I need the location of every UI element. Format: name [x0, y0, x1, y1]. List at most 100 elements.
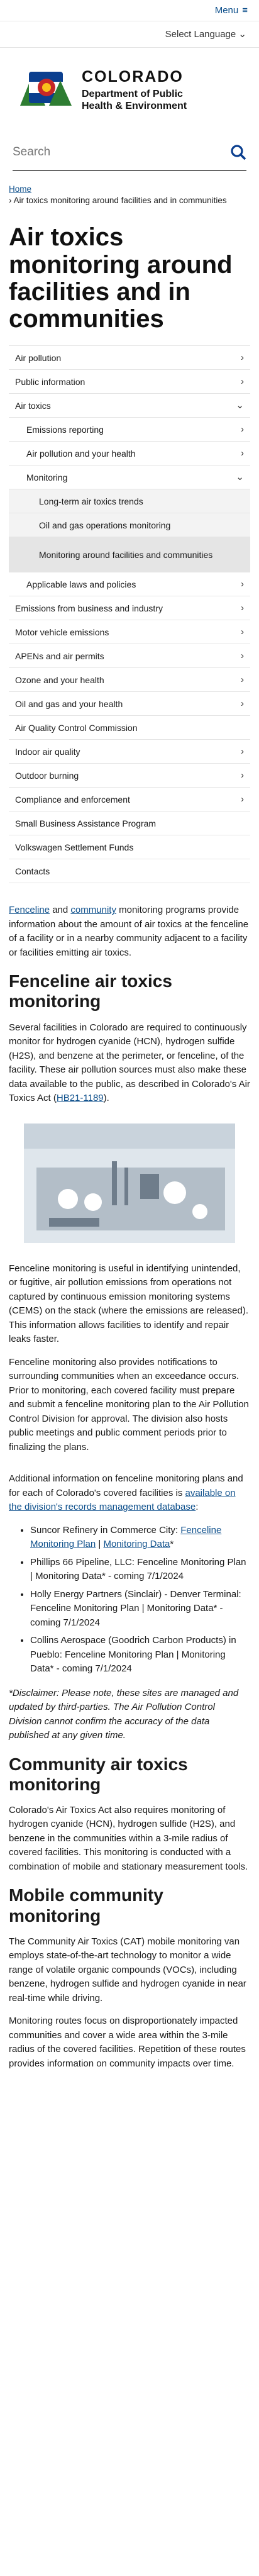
nav-item-label: APENs and air permits	[15, 650, 104, 661]
nav-item[interactable]: Monitoring ⌄	[9, 466, 250, 490]
colorado-logo-icon	[20, 72, 72, 106]
mobile-paragraph-2: Monitoring routes focus on disproportion…	[9, 2016, 246, 2069]
nav-item-label: Air pollution and your health	[26, 448, 136, 459]
nav-item[interactable]: Outdoor burning ›	[9, 764, 250, 788]
menu-label: Menu	[214, 4, 239, 16]
chevron-icon[interactable]: ›	[241, 769, 244, 783]
list-item: Suncor Refinery in Commerce City: Fencel…	[30, 1524, 250, 1552]
intro-paragraph: Fenceline and community monitoring progr…	[9, 905, 249, 958]
breadcrumb: Home › Air toxics monitoring around faci…	[9, 184, 227, 206]
chevron-icon[interactable]: ›	[241, 447, 244, 460]
nav-item[interactable]: Monitoring around facilities and communi…	[9, 537, 250, 573]
suncor-data-link[interactable]: Monitoring Data	[103, 1539, 170, 1549]
nav-item[interactable]: Oil and gas operations monitoring	[9, 513, 250, 538]
nav-item-label: Contacts	[15, 866, 50, 876]
breadcrumb-home-link[interactable]: Home	[9, 184, 31, 194]
nav-item[interactable]: Emissions from business and industry ›	[9, 596, 250, 621]
nav-item[interactable]: Public information ›	[9, 370, 250, 394]
community-heading: Community air toxics monitoring	[9, 1754, 188, 1794]
site-header: Menu ≡ Select Language ⌄ COLORADO Depart…	[0, 0, 259, 171]
chevron-icon[interactable]: ›	[241, 351, 244, 365]
nav-item-label: Emissions from business and industry	[15, 603, 163, 613]
nav-item-label: Air Quality Control Commission	[15, 722, 138, 733]
language-select[interactable]: Select Language ⌄	[165, 28, 246, 42]
chevron-icon[interactable]: ›	[241, 649, 244, 663]
search-input[interactable]	[13, 145, 201, 159]
chevron-icon[interactable]: ›	[241, 673, 244, 687]
nav-item[interactable]: APENs and air permits ›	[9, 644, 250, 669]
chevron-icon[interactable]: ⌄	[236, 399, 244, 413]
nav-item-label: Emissions reporting	[26, 424, 104, 435]
fenceline-link[interactable]: Fenceline	[9, 905, 50, 915]
nav-item-label: Motor vehicle emissions	[15, 627, 109, 637]
nav-item-label: Air toxics	[15, 400, 51, 411]
nav-item-label: Indoor air quality	[15, 746, 80, 757]
page-title: Air toxics monitoring around facilities …	[9, 223, 233, 333]
language-bar: Select Language ⌄	[0, 21, 259, 48]
search-bar	[13, 135, 246, 171]
logo-subtitle-1: Department of Public	[82, 88, 183, 99]
facility-list: Suncor Refinery in Commerce City: Fencel…	[9, 1524, 250, 1676]
chevron-icon[interactable]: ⌄	[236, 471, 244, 484]
menu-button[interactable]: Menu ≡	[215, 4, 248, 18]
chevron-icon[interactable]: ›	[241, 601, 244, 615]
logo-subtitle-2: Health & Environment	[82, 101, 187, 112]
nav-item[interactable]: Small Business Assistance Program	[9, 811, 250, 836]
list-item: Phillips 66 Pipeline, LLC: Fenceline Mon…	[30, 1556, 250, 1584]
nav-item-label: Small Business Assistance Program	[15, 818, 157, 828]
nav-item[interactable]: Indoor air quality ›	[9, 740, 250, 764]
nav-item-label: Monitoring	[26, 472, 68, 482]
nav-item-label: Air pollution	[15, 352, 62, 363]
nav-item[interactable]: Compliance and enforcement ›	[9, 788, 250, 812]
cdphe-logo[interactable]: COLORADO Department of Public Health & E…	[0, 48, 259, 130]
top-bar: Menu ≡	[0, 0, 259, 21]
section-navigation: Air pollution › Public information › Air tox…	[9, 345, 250, 884]
nav-item-label: Compliance and enforcement	[15, 794, 130, 805]
nav-item-label: Public information	[15, 376, 85, 387]
nav-item[interactable]: Applicable laws and policies ›	[9, 572, 250, 597]
fenceline-paragraph-3: Fenceline monitoring also provides notif…	[9, 1356, 249, 1452]
mobile-paragraph-1: The Community Air Toxics (CAT) mobile mo…	[9, 1936, 246, 2004]
chevron-icon[interactable]: ›	[241, 577, 244, 591]
fenceline-paragraph-2: Fenceline monitoring is useful in identi…	[9, 1263, 248, 1345]
search-icon[interactable]	[230, 144, 246, 160]
nav-item-label: Volkswagen Settlement Funds	[15, 842, 134, 852]
nav-item[interactable]: Emissions reporting ›	[9, 418, 250, 442]
logo-title: COLORADO	[82, 67, 184, 86]
nav-item[interactable]: Oil and gas and your health ›	[9, 692, 250, 716]
chevron-icon[interactable]: ›	[241, 625, 244, 639]
nav-item-label: Long-term air toxics trends	[39, 496, 143, 506]
nav-item[interactable]: Contacts	[9, 859, 250, 884]
nav-item[interactable]: Ozone and your health ›	[9, 668, 250, 693]
nav-item[interactable]: Air toxics ⌄	[9, 394, 250, 418]
disclaimer: *Disclaimer: Please note, these sites ar…	[9, 1687, 239, 1741]
list-item: Holly Energy Partners (Sinclair) - Denve…	[30, 1588, 250, 1631]
mobile-heading: Mobile community monitoring	[9, 1885, 163, 1926]
chevron-icon[interactable]: ›	[241, 745, 244, 759]
hamburger-icon: ≡	[242, 4, 248, 16]
community-link[interactable]: community	[70, 905, 116, 915]
community-paragraph: Colorado's Air Toxics Act also requires …	[9, 1804, 248, 1872]
fenceline-heading: Fenceline air toxics monitoring	[9, 971, 172, 1012]
nav-item[interactable]: Air pollution ›	[9, 346, 250, 371]
nav-item-label: Applicable laws and policies	[26, 579, 136, 589]
nav-item[interactable]: Air Quality Control Commission	[9, 716, 250, 740]
nav-item[interactable]: Air pollution and your health ›	[9, 442, 250, 466]
chevron-icon[interactable]: ›	[241, 793, 244, 806]
nav-item-label: Monitoring around facilities and communi…	[39, 549, 213, 560]
refinery-aerial-image	[24, 1123, 235, 1243]
nav-item-label: Oil and gas and your health	[15, 698, 123, 709]
chevron-icon[interactable]: ›	[241, 375, 244, 389]
nav-item[interactable]: Volkswagen Settlement Funds	[9, 835, 250, 860]
breadcrumb-current: Air toxics monitoring around facilities …	[13, 196, 227, 206]
list-item: Collins Aerospace (Goodrich Carbon Produ…	[30, 1634, 250, 1676]
nav-item[interactable]: Motor vehicle emissions ›	[9, 620, 250, 645]
chevron-icon[interactable]: ›	[241, 423, 244, 437]
fenceline-paragraph-4: Additional information on fenceline moni…	[9, 1473, 243, 1513]
hb21-1189-link[interactable]: HB21-1189	[57, 1093, 104, 1103]
fenceline-paragraph-1: Several facilities in Colorado are requi…	[9, 1022, 250, 1104]
nav-item[interactable]: Long-term air toxics trends	[9, 489, 250, 514]
nav-item-label: Ozone and your health	[15, 674, 104, 685]
chevron-icon[interactable]: ›	[241, 697, 244, 711]
nav-item-label: Oil and gas operations monitoring	[39, 520, 171, 530]
